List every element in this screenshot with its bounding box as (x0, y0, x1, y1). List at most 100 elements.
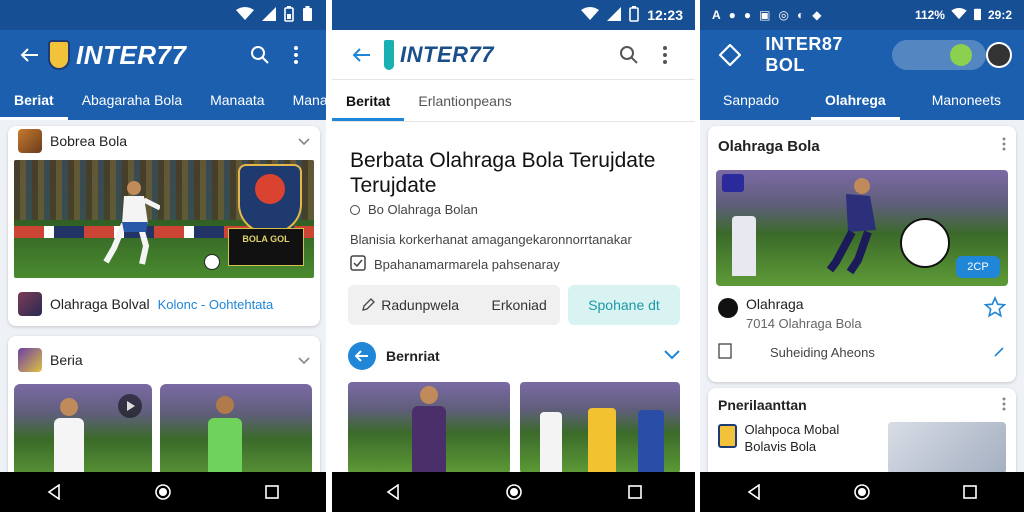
back-arrow-icon[interactable] (344, 37, 380, 73)
app-title: INTER87 BOL (765, 34, 843, 75)
circle-icon (350, 204, 360, 215)
tab-beriat[interactable]: Beriat (0, 80, 68, 120)
article-image: BOLA GOL (14, 160, 314, 278)
tab-abagaraha[interactable]: Abagaraha Bola (68, 80, 196, 120)
list-item[interactable]: Olahpoca Mobal Bolavis Bola (708, 422, 1016, 474)
article-image: 2CP (716, 170, 1008, 286)
player-figure (100, 178, 162, 268)
bird-icon: ◆ (812, 8, 822, 22)
spohane-button[interactable]: Spohane dt (568, 285, 680, 325)
shield-icon (48, 40, 70, 70)
tab-bar: Sanpado Olahrega Manoneets (700, 80, 1024, 120)
thumbnail-image[interactable] (14, 384, 152, 484)
erkoniad-button[interactable]: Erkoniad (492, 297, 547, 313)
toggle-pill[interactable] (891, 40, 987, 70)
card-header: Olahraga Bola (708, 126, 1016, 166)
back-triangle-icon[interactable] (373, 472, 413, 512)
play-icon[interactable] (118, 394, 142, 418)
checkbox-icon (350, 255, 366, 274)
card-title: Pnerilaanttan (718, 397, 807, 413)
thumbnail-row (8, 384, 320, 484)
chevron-down-icon[interactable] (664, 347, 680, 365)
split-button[interactable]: Radunpwela Erkoniad (348, 285, 560, 325)
tab-manaata[interactable]: Manaata (196, 80, 278, 120)
home-circle-icon[interactable] (842, 472, 882, 512)
notification-icons: A ● ● ▣ ◎ ◐ ◆ (712, 8, 821, 22)
tab-sanpado[interactable]: Sanpado (709, 80, 793, 120)
tab-erlantion[interactable]: Erlantionpeans (404, 81, 525, 121)
status-time: 12:23 (647, 7, 683, 23)
card-footer: Olahraga Bolval Kolonc - Oohtehtata (8, 284, 320, 324)
record-icon: ● (743, 8, 752, 22)
card-title: Bobrea Bola (50, 133, 128, 149)
more-vert-icon[interactable] (278, 37, 314, 73)
arrow-left-icon[interactable] (348, 342, 376, 370)
search-icon[interactable] (611, 37, 647, 73)
tab-manoneets[interactable]: Manoneets (918, 80, 1015, 120)
system-nav-bar (700, 472, 1024, 512)
screen-icon: ▣ (759, 8, 771, 22)
thumbnail-image[interactable] (160, 384, 312, 484)
app-title: INTER77 (76, 39, 187, 70)
item-subtitle: 7014 Olahraga Bola (746, 316, 862, 331)
article-source: Bo Olahraga Bolan (350, 202, 478, 217)
footer-link[interactable]: Kolonc - Oohtehtata (158, 297, 274, 312)
tab-olahrega[interactable]: Olahrega (811, 80, 900, 120)
thumbnail-image[interactable] (348, 382, 510, 474)
clock-icon (718, 298, 738, 318)
home-circle-icon[interactable] (494, 472, 534, 512)
back-arrow-icon[interactable] (12, 37, 48, 73)
card-header: Beria (8, 336, 320, 384)
recents-square-icon[interactable] (615, 472, 655, 512)
diamond-logo-icon[interactable] (712, 37, 747, 73)
system-nav-bar (0, 472, 326, 512)
footer-text: Olahraga Bolval (50, 296, 150, 312)
card-header: Pnerilaanttan (708, 388, 1016, 422)
recents-square-icon[interactable] (252, 472, 292, 512)
section-title: Bernriat (386, 348, 440, 364)
chevron-down-icon[interactable] (298, 133, 310, 149)
radunpwela-button[interactable]: Radunpwela (361, 297, 459, 313)
back-triangle-icon[interactable] (34, 472, 74, 512)
a-icon: A (712, 8, 721, 22)
player-figure (412, 406, 446, 474)
tab-mana[interactable]: Mana (279, 80, 326, 120)
chevron-down-icon[interactable] (298, 352, 310, 368)
back-triangle-icon[interactable] (734, 472, 774, 512)
app-bar: INTER87 BOL (700, 30, 1024, 80)
recents-square-icon[interactable] (950, 472, 990, 512)
item-title: Olahraga (746, 296, 804, 312)
news-card[interactable]: Bobrea Bola BOLA GOL Olahraga Bolval Kol… (8, 126, 320, 326)
source-text: Bo Olahraga Bolan (368, 202, 478, 217)
action-text[interactable]: Suheiding Aheons (770, 345, 875, 360)
status-clock: 29:2 (987, 8, 1012, 22)
chevron-right-icon[interactable] (994, 345, 1006, 360)
football-icon (900, 218, 950, 268)
news-card[interactable]: Beria (8, 336, 320, 486)
news-card[interactable]: Olahraga Bola 2CP Olahraga 7014 Olahraga… (708, 126, 1016, 382)
club-crest-icon (238, 164, 302, 234)
app-bar: INTER77 (0, 30, 326, 80)
toggle-knob-icon (950, 44, 973, 66)
more-vert-icon[interactable] (1002, 397, 1006, 414)
thumbnail-image[interactable] (887, 422, 1006, 474)
tab-bar: Beriat Abagaraha Bola Manaata Mana (0, 80, 326, 120)
more-vert-icon[interactable] (1002, 137, 1006, 155)
avatar (18, 348, 42, 372)
article-summary: Blanisia korkerhanat amagangekaronnorrta… (350, 232, 632, 247)
battery-icon (629, 5, 639, 25)
app-logo: INTER77 (48, 40, 186, 71)
star-outline-icon[interactable] (983, 295, 1007, 323)
tab-beritat[interactable]: Beritat (332, 81, 405, 121)
more-vert-icon[interactable] (647, 37, 683, 73)
list-item[interactable]: Olahraga 7014 Olahraga Bola (708, 286, 1016, 331)
home-circle-icon[interactable] (143, 472, 183, 512)
system-icons: 112% 29:2 (915, 7, 1012, 24)
btn-label: Radunpwela (381, 297, 460, 313)
search-icon[interactable] (242, 37, 278, 73)
signal-icon (607, 6, 622, 24)
avatar[interactable] (986, 42, 1012, 68)
thumbnail-image[interactable] (520, 382, 680, 474)
card-title: Beria (50, 352, 83, 368)
status-bar (0, 0, 326, 30)
